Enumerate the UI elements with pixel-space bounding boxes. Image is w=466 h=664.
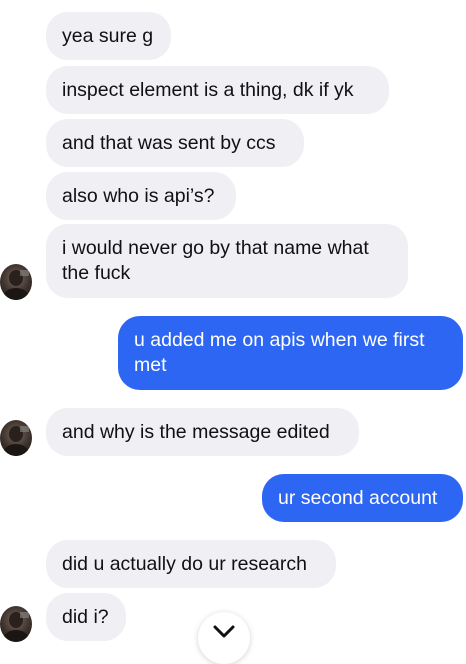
chevron-down-icon xyxy=(213,625,235,638)
contact-avatar[interactable] xyxy=(0,420,32,456)
message-bubble-outgoing[interactable]: u added me on apis when we first met xyxy=(118,316,463,390)
contact-avatar[interactable] xyxy=(0,264,32,300)
message-bubble-incoming[interactable]: also who is api’s? xyxy=(46,172,236,220)
message-bubble-incoming[interactable]: yea sure g xyxy=(46,12,171,60)
message-bubble-incoming[interactable]: i would never go by that name what the f… xyxy=(46,224,408,298)
avatar-image xyxy=(3,426,29,456)
message-bubble-outgoing[interactable]: ur second account xyxy=(262,474,463,522)
message-bubble-incoming[interactable]: did i? xyxy=(46,593,126,641)
avatar-image xyxy=(3,612,29,642)
contact-avatar[interactable] xyxy=(0,606,32,642)
scroll-to-bottom-button[interactable] xyxy=(198,612,250,664)
avatar-image xyxy=(3,270,29,300)
message-bubble-incoming[interactable]: did u actually do ur research xyxy=(46,540,336,588)
message-bubble-incoming[interactable]: inspect element is a thing, dk if yk xyxy=(46,66,389,114)
message-bubble-incoming[interactable]: and that was sent by ccs xyxy=(46,119,304,167)
message-thread[interactable]: yea sure g inspect element is a thing, d… xyxy=(0,0,466,664)
message-bubble-incoming[interactable]: and why is the message edited xyxy=(46,408,359,456)
